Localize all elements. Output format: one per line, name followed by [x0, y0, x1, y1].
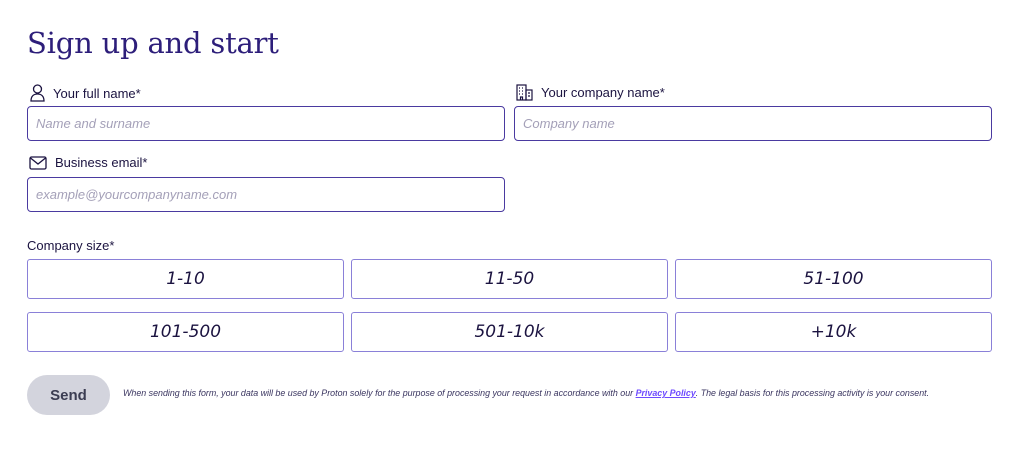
full-name-label: Your full name* — [30, 84, 141, 102]
company-size-option-1-10[interactable]: 1-10 — [27, 259, 344, 299]
company-size-label: Company size* — [27, 238, 115, 253]
company-size-option-51-100[interactable]: 51-100 — [675, 259, 992, 299]
company-size-option-11-50[interactable]: 11-50 — [351, 259, 668, 299]
email-label: Business email* — [29, 155, 148, 170]
full-name-input[interactable] — [27, 106, 505, 141]
privacy-disclaimer: When sending this form, your data will b… — [123, 388, 1003, 398]
email-label-text: Business email* — [55, 155, 148, 170]
company-name-label-text: Your company name* — [541, 85, 665, 100]
page-title: Sign up and start — [27, 26, 279, 60]
company-size-option-10k-plus[interactable]: +10k — [675, 312, 992, 352]
disclaimer-text-before: When sending this form, your data will b… — [123, 388, 636, 398]
mail-icon — [29, 155, 47, 170]
company-name-label: Your company name* — [516, 84, 665, 101]
company-name-input[interactable] — [514, 106, 992, 141]
company-size-option-101-500[interactable]: 101-500 — [27, 312, 344, 352]
full-name-label-text: Your full name* — [53, 85, 141, 101]
privacy-policy-link[interactable]: Privacy Policy — [636, 388, 696, 398]
user-icon — [30, 84, 45, 102]
send-button[interactable]: Send — [27, 375, 110, 415]
disclaimer-text-after: . The legal basis for this processing ac… — [695, 388, 930, 398]
email-input[interactable] — [27, 177, 505, 212]
company-size-option-501-10k[interactable]: 501-10k — [351, 312, 668, 352]
building-icon — [516, 84, 533, 101]
